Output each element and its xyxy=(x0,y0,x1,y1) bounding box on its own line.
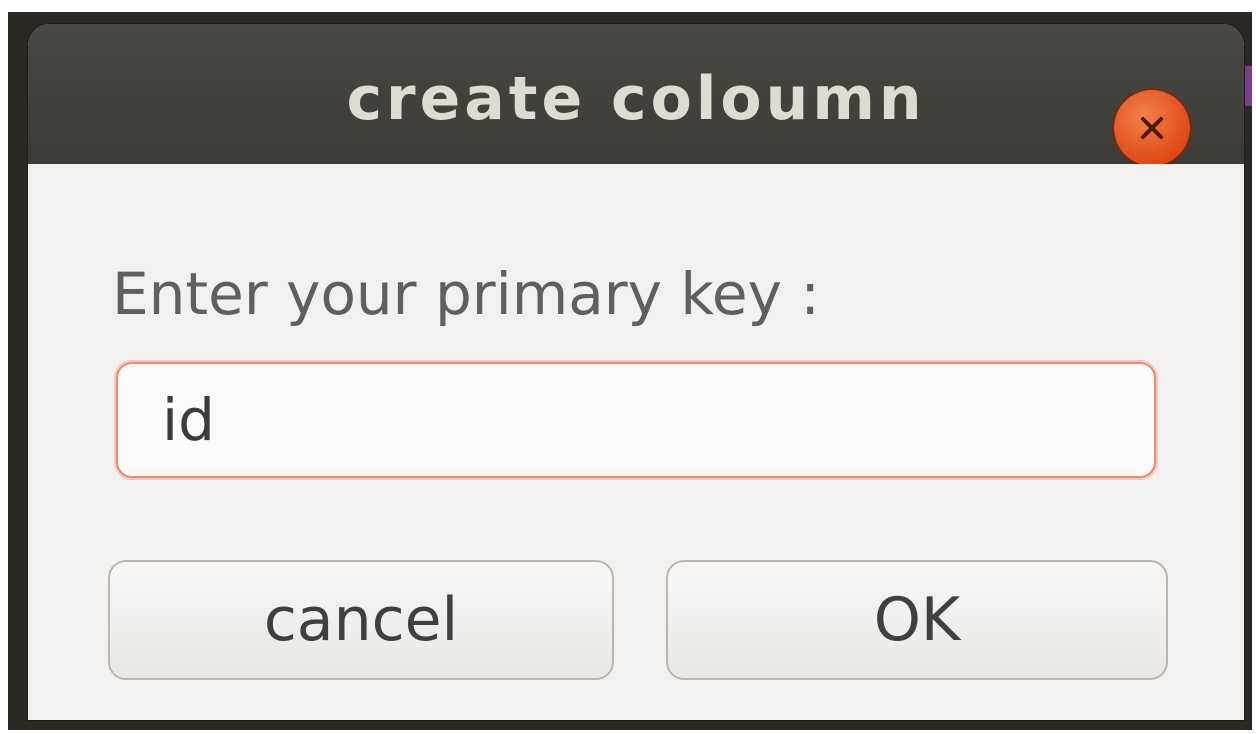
background-text-fragment xyxy=(8,62,22,106)
desktop: create coloumn Enter your primary key : … xyxy=(0,0,1256,734)
ok-button[interactable]: OK xyxy=(666,560,1168,680)
dialog-title: create coloumn xyxy=(346,64,926,134)
dialog-titlebar[interactable]: create coloumn xyxy=(28,24,1244,166)
primary-key-label: Enter your primary key : xyxy=(112,260,820,328)
dialog-content: Enter your primary key : cancel OK xyxy=(28,164,1244,720)
create-column-dialog: create coloumn Enter your primary key : … xyxy=(28,24,1244,720)
cancel-button[interactable]: cancel xyxy=(108,560,614,680)
primary-key-input[interactable] xyxy=(116,362,1156,478)
close-icon xyxy=(1141,117,1163,139)
close-button[interactable] xyxy=(1114,90,1190,166)
